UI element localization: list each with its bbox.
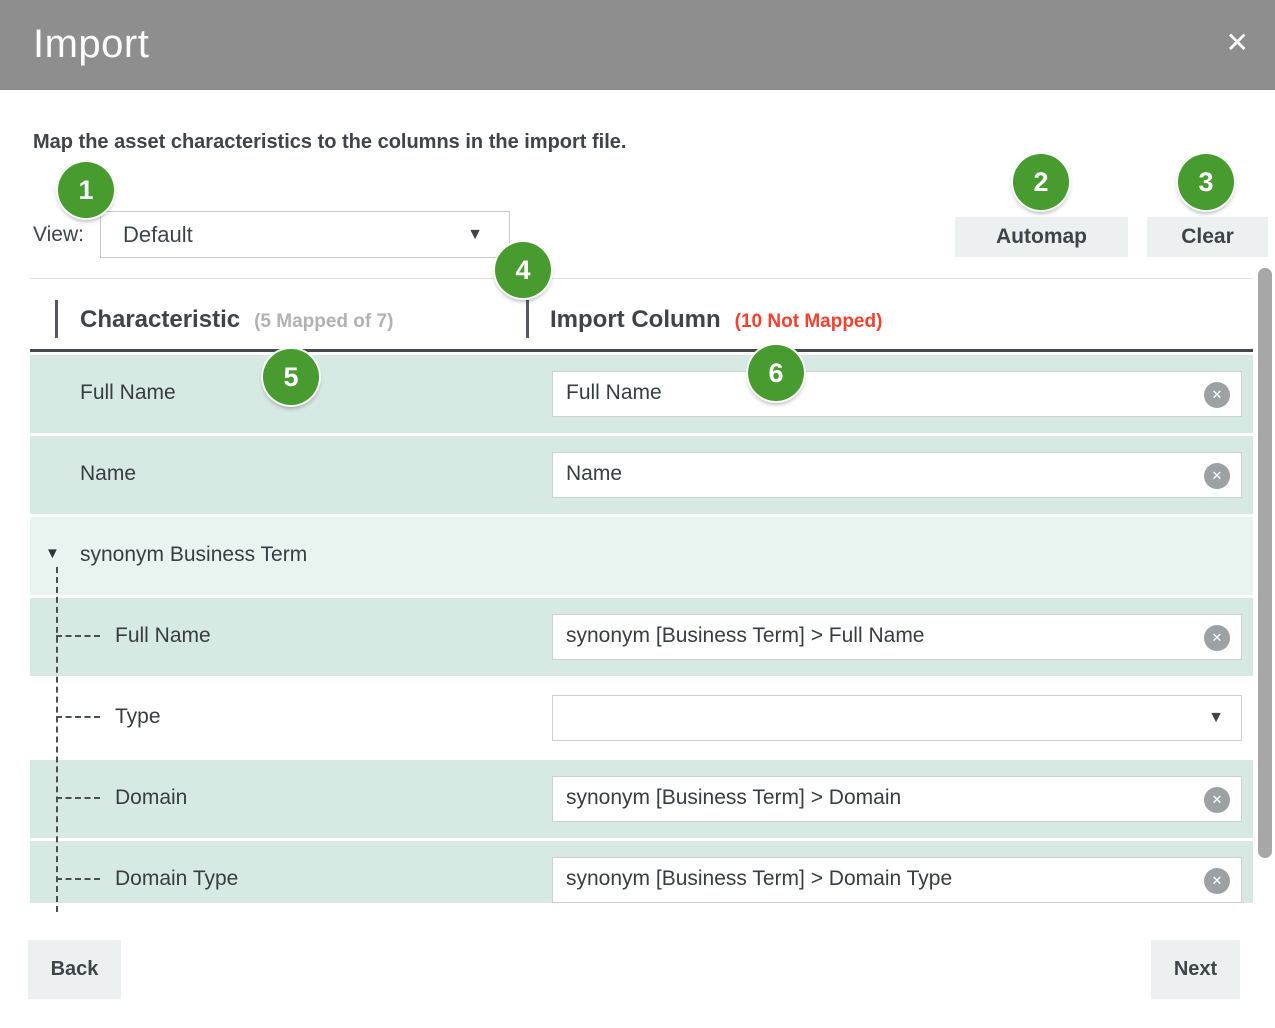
callout-badge-4: 4 bbox=[495, 242, 551, 298]
tree-connector bbox=[56, 716, 100, 718]
clear-button[interactable]: Clear bbox=[1147, 217, 1268, 257]
characteristic-label: Domain Type bbox=[115, 867, 238, 891]
callout-badge-6: 6 bbox=[748, 345, 804, 401]
tree-connector bbox=[56, 635, 100, 637]
clear-mapping-icon[interactable]: ✕ bbox=[1204, 625, 1230, 651]
chevron-down-icon: ▼ bbox=[1208, 710, 1224, 726]
table-header: Characteristic (5 Mapped of 7) Import Col… bbox=[30, 290, 1253, 352]
next-button[interactable]: Next bbox=[1151, 940, 1240, 999]
characteristic-header-label: Characteristic bbox=[80, 306, 240, 333]
table-row-name: Name Name ✕ bbox=[30, 436, 1253, 514]
view-label: View: bbox=[33, 223, 84, 247]
table-row-synonym-domain: Domain synonym [Business Term] > Domain … bbox=[30, 760, 1253, 838]
chevron-down-icon: ▼ bbox=[467, 227, 483, 243]
import-column-dropdown[interactable]: ▼ bbox=[552, 695, 1242, 741]
clear-mapping-icon[interactable]: ✕ bbox=[1204, 787, 1230, 813]
import-column-header: Import Column (10 Not Mapped) bbox=[550, 306, 882, 334]
characteristic-label: Domain bbox=[115, 786, 187, 810]
clear-mapping-icon[interactable]: ✕ bbox=[1204, 463, 1230, 489]
tree-connector bbox=[56, 797, 100, 799]
import-dialog: Import ✕ Map the asset characteristics t… bbox=[0, 0, 1275, 1028]
page-title: Import bbox=[33, 22, 149, 67]
import-column-input[interactable]: Name ✕ bbox=[552, 452, 1242, 498]
tree-connector bbox=[56, 878, 100, 880]
import-column-input[interactable]: synonym [Business Term] > Domain ✕ bbox=[552, 776, 1242, 822]
import-column-input[interactable]: Full Name ✕ bbox=[552, 371, 1242, 417]
characteristic-label: Type bbox=[115, 705, 161, 729]
characteristic-label: Name bbox=[80, 462, 136, 486]
group-label: synonym Business Term bbox=[80, 543, 307, 567]
tree-vertical-line bbox=[56, 567, 58, 912]
callout-badge-5: 5 bbox=[263, 349, 319, 405]
automap-button[interactable]: Automap bbox=[955, 217, 1128, 257]
toolbar-divider bbox=[30, 278, 1253, 279]
dialog-titlebar: Import ✕ bbox=[0, 0, 1275, 90]
table-row-full-name: Full Name Full Name ✕ bbox=[30, 355, 1253, 433]
table-row-group-synonym-business-term: ▼ synonym Business Term bbox=[30, 517, 1253, 595]
callout-badge-2: 2 bbox=[1013, 154, 1069, 210]
mapping-table-body: Full Name Full Name ✕ Name Name ✕ ▼ syno… bbox=[30, 355, 1253, 903]
clear-mapping-icon[interactable]: ✕ bbox=[1204, 382, 1230, 408]
view-dropdown[interactable]: Default ▼ bbox=[100, 211, 510, 258]
characteristic-label: Full Name bbox=[115, 624, 211, 648]
import-header-label: Import Column bbox=[550, 306, 721, 333]
import-column-input[interactable]: synonym [Business Term] > Domain Type ✕ bbox=[552, 857, 1242, 903]
characteristic-label: Full Name bbox=[80, 381, 176, 405]
characteristic-column-header: Characteristic (5 Mapped of 7) bbox=[80, 306, 393, 334]
callout-badge-1: 1 bbox=[58, 162, 114, 218]
collapse-triangle-icon[interactable]: ▼ bbox=[45, 546, 60, 561]
column-bar bbox=[526, 300, 529, 338]
clear-mapping-icon[interactable]: ✕ bbox=[1204, 868, 1230, 894]
column-bar bbox=[55, 300, 58, 338]
not-mapped-count-badge: (10 Not Mapped) bbox=[735, 311, 883, 332]
view-dropdown-value: Default bbox=[123, 222, 193, 248]
callout-badge-3: 3 bbox=[1178, 154, 1234, 210]
back-button[interactable]: Back bbox=[28, 940, 121, 999]
table-row-synonym-type: Type ▼ bbox=[30, 679, 1253, 757]
table-row-synonym-domain-type: Domain Type synonym [Business Term] > Do… bbox=[30, 841, 1253, 903]
table-row-synonym-full-name: Full Name synonym [Business Term] > Full… bbox=[30, 598, 1253, 676]
import-column-input[interactable]: synonym [Business Term] > Full Name ✕ bbox=[552, 614, 1242, 660]
instruction-text: Map the asset characteristics to the col… bbox=[33, 131, 626, 154]
close-icon[interactable]: ✕ bbox=[1226, 29, 1249, 57]
mapped-count-badge: (5 Mapped of 7) bbox=[254, 311, 393, 332]
vertical-scrollbar-thumb[interactable] bbox=[1258, 268, 1272, 858]
